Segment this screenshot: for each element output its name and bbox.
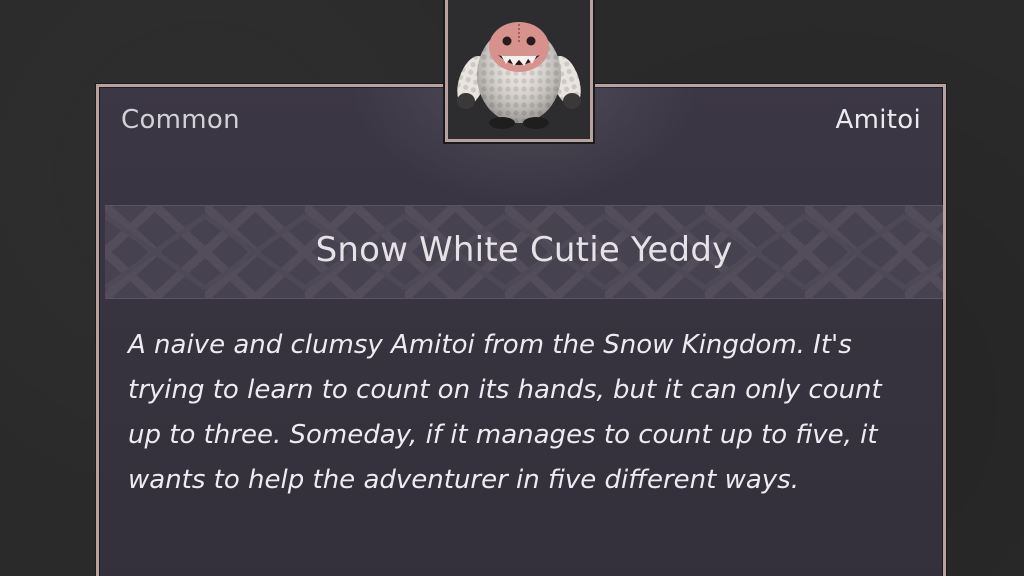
item-category: Amitoi — [835, 105, 921, 135]
item-name: Snow White Cutie Yeddy — [315, 230, 733, 270]
item-rarity: Common — [121, 105, 240, 135]
item-tooltip-card: Common Amitoi Snow White Cutie Yeddy A n… — [96, 84, 946, 576]
item-portrait — [445, 0, 593, 142]
item-description: A naive and clumsy Amitoi from the Snow … — [128, 330, 882, 495]
yeti-amitoi-icon — [448, 0, 590, 139]
title-band: Snow White Cutie Yeddy — [105, 205, 943, 299]
